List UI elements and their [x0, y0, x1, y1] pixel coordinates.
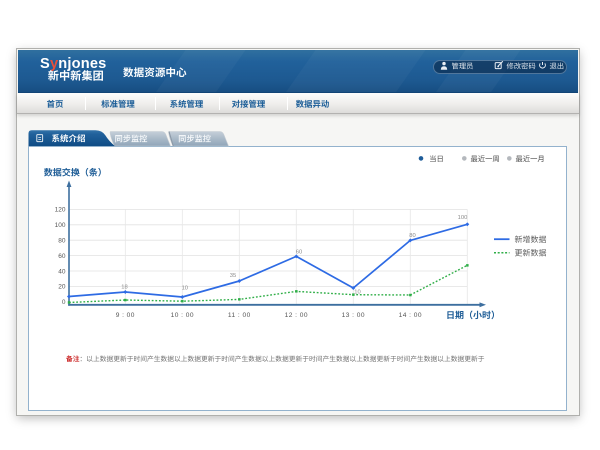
svg-text:13 : 00: 13 : 00: [342, 312, 365, 319]
svg-text:20: 20: [58, 284, 66, 291]
svg-text:100: 100: [55, 222, 66, 229]
svg-text:18: 18: [121, 284, 127, 290]
svg-text:120: 120: [55, 207, 66, 214]
svg-text:10: 10: [354, 289, 360, 295]
svg-text:0: 0: [62, 299, 66, 306]
svg-text:11 : 00: 11 : 00: [228, 312, 251, 319]
svg-text:Synjones: Synjones: [40, 56, 107, 72]
svg-text:10: 10: [182, 286, 188, 292]
svg-text:80: 80: [58, 238, 66, 245]
svg-text:60: 60: [296, 250, 302, 256]
svg-text:12 : 00: 12 : 00: [285, 312, 308, 319]
svg-text:80: 80: [409, 233, 415, 239]
svg-text:14 : 00: 14 : 00: [399, 312, 422, 319]
svg-text:60: 60: [58, 253, 66, 260]
svg-text:35: 35: [230, 273, 236, 279]
svg-text:10 : 00: 10 : 00: [171, 312, 194, 319]
svg-text:100: 100: [458, 215, 468, 221]
svg-text:9 : 00: 9 : 00: [116, 312, 135, 319]
svg-text:40: 40: [58, 268, 66, 275]
